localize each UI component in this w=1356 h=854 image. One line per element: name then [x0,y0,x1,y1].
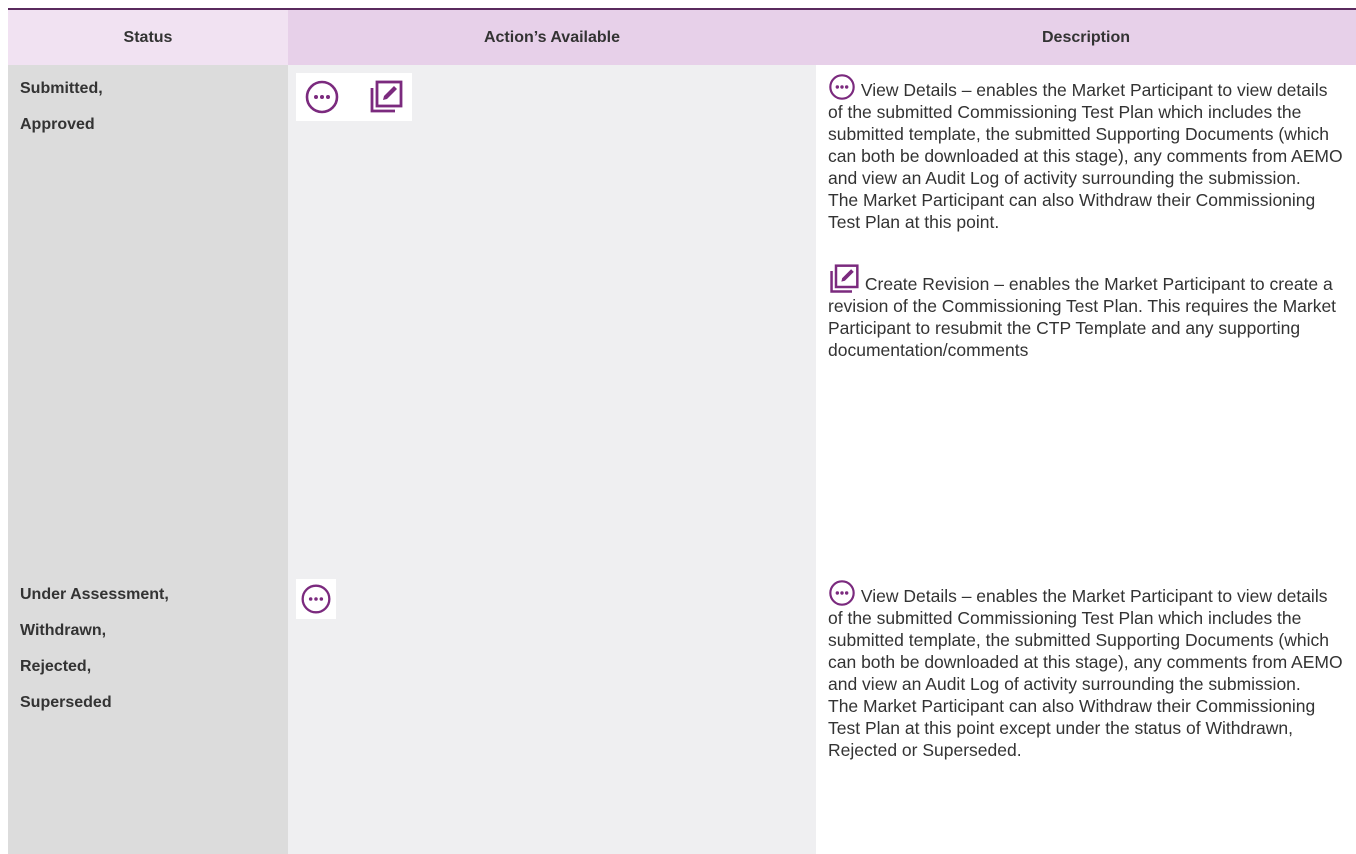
status-label: Rejected, [20,658,92,675]
actions-cell [288,571,816,854]
view-details-icon[interactable] [304,79,340,115]
status-label: Submitted, [20,80,103,97]
create-revision-icon [828,263,860,295]
header-actions: Action’s Available [288,8,816,65]
withdraw-note: The Market Participant can also Withdraw… [828,190,1316,232]
create-revision-text: Create Revision – enables the Market Par… [828,274,1337,360]
status-label: Withdrawn, [20,622,107,639]
header-description: Description [816,8,1356,65]
view-details-description: View Details – enables the Market Partic… [828,73,1344,189]
status-label: Under Assessment, [20,586,169,603]
view-details-text: View Details – enables the Market Partic… [828,80,1343,188]
view-details-text: View Details – enables the Market Partic… [828,586,1343,694]
status-cell: Submitted, Approved [8,65,288,571]
view-details-icon [828,579,856,607]
create-revision-icon[interactable] [368,79,404,115]
withdraw-note: The Market Participant can also Withdraw… [828,696,1316,760]
view-details-description: View Details – enables the Market Partic… [828,579,1344,695]
view-details-icon[interactable] [300,583,332,615]
action-icon-group [296,579,336,619]
actions-cell [288,65,816,571]
create-revision-description: Create Revision – enables the Market Par… [828,263,1344,361]
status-cell: Under Assessment, Withdrawn, Rejected, S… [8,571,288,854]
description-cell: View Details – enables the Market Partic… [816,65,1356,571]
header-status: Status [8,8,288,65]
table-row: Under Assessment, Withdrawn, Rejected, S… [8,571,1356,854]
view-details-icon [828,73,856,101]
status-label: Approved [20,116,95,133]
table-header-row: Status Action’s Available Description [8,8,1356,65]
description-cell: View Details – enables the Market Partic… [816,571,1356,854]
status-label: Superseded [20,694,112,711]
action-icon-group [296,73,412,121]
table-row: Submitted, Approved View Details – enabl… [8,65,1356,571]
status-actions-table: Status Action’s Available Description Su… [8,8,1356,854]
